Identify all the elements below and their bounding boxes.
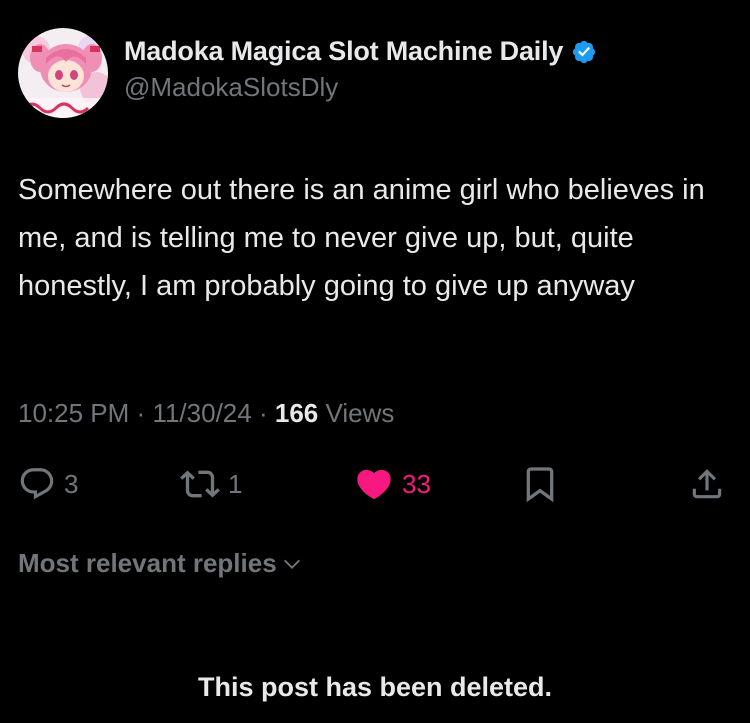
retweet-button[interactable]: 1 <box>180 462 242 506</box>
meta-separator: · <box>258 398 268 428</box>
views-label: Views <box>325 398 395 428</box>
heart-icon <box>357 469 391 500</box>
deleted-post-notice: This post has been deleted. <box>197 672 553 702</box>
author-handle[interactable]: @MadokaSlotsDly <box>124 72 338 103</box>
reply-button[interactable]: 3 <box>18 462 78 506</box>
bookmark-button[interactable] <box>520 462 560 506</box>
author-name-row[interactable]: Madoka Magica Slot Machine Daily <box>124 36 597 67</box>
replies-sort-label: Most relevant replies <box>18 548 277 578</box>
share-icon <box>692 469 722 499</box>
share-button[interactable] <box>688 462 726 506</box>
author-display-name[interactable]: Madoka Magica Slot Machine Daily <box>124 36 563 67</box>
tweet-text: Somewhere out there is an anime girl who… <box>18 174 705 302</box>
like-button[interactable]: 33 <box>354 462 431 506</box>
tweet-date[interactable]: 11/30/24 <box>152 398 251 428</box>
avatar[interactable] <box>18 28 108 118</box>
replies-sort-dropdown[interactable]: Most relevant replies <box>18 548 303 579</box>
tweet-meta: 10:25 PM · 11/30/24 · 166 Views <box>18 398 394 429</box>
meta-separator: · <box>136 398 146 428</box>
retweet-count: 1 <box>228 468 243 499</box>
action-bar: 3 1 33 <box>0 462 750 506</box>
reply-icon <box>20 468 54 500</box>
retweet-icon <box>180 470 220 498</box>
chevron-down-icon <box>283 559 300 569</box>
views-count: 166 <box>274 398 319 428</box>
reply-count: 3 <box>64 468 79 499</box>
like-count: 33 <box>402 468 431 499</box>
verified-badge-icon <box>573 40 596 63</box>
bookmark-icon <box>526 467 554 503</box>
avatar-image <box>18 28 108 118</box>
tweet-time[interactable]: 10:25 PM <box>18 398 129 428</box>
